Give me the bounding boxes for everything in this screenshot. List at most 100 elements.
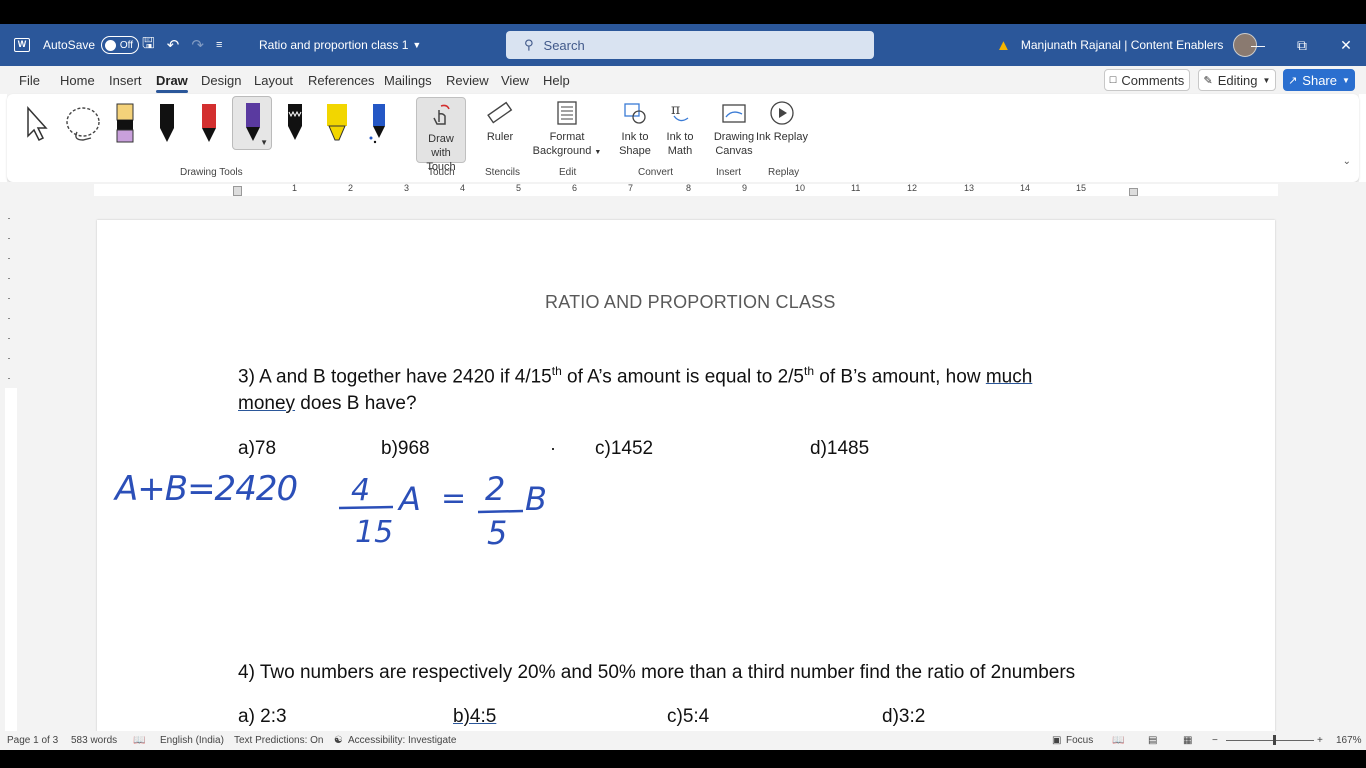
ruler-icon [487, 101, 513, 124]
close-icon[interactable]: ✕ [1324, 37, 1366, 54]
pen-black-marker-icon[interactable] [281, 100, 309, 146]
autosave-state: Off [119, 39, 134, 51]
tab-insert[interactable]: Insert [109, 73, 142, 88]
ink-replay-button[interactable]: Ink Replay [754, 100, 810, 144]
tab-draw[interactable]: Draw [156, 73, 188, 93]
language-indicator[interactable]: English (India) [160, 735, 224, 746]
action-pen-icon[interactable] [365, 100, 393, 146]
zoom-in-button[interactable]: + [1317, 735, 1323, 746]
focus-mode-button[interactable]: Focus [1066, 735, 1093, 746]
ink-replay-label: Ink Replay [756, 131, 808, 143]
pencil-icon: ✎ [1203, 74, 1213, 87]
ink-to-math-label: Ink to Math [666, 131, 694, 157]
q4-option-c: c)5:4 [667, 706, 710, 727]
collapse-ribbon-icon[interactable]: ⌄ [1343, 156, 1351, 167]
page-count[interactable]: Page 1 of 3 [7, 735, 58, 746]
ink-fraction-2-denominator: 5 [487, 514, 507, 550]
background-icon [557, 101, 577, 125]
autosave-toggle[interactable]: Off [101, 36, 140, 54]
question-3-line-1: 3) A and B together have 2420 if 4/15th … [238, 364, 1032, 388]
editing-mode-button[interactable]: ✎ Editing ▼ [1198, 69, 1276, 91]
window-controls: — ⧉ ✕ [1236, 24, 1366, 66]
q3-text-part-3: of B’s amount, how [814, 366, 986, 388]
pen-black-icon[interactable] [153, 100, 181, 146]
zoom-level[interactable]: 167% [1336, 735, 1362, 746]
ruler-number: 5 [516, 183, 522, 193]
focus-icon: ▣ [1052, 735, 1062, 746]
eraser-icon[interactable] [111, 100, 139, 146]
tab-layout[interactable]: Layout [254, 73, 293, 88]
format-background-button[interactable]: Format Background ▼ [532, 100, 602, 160]
chevron-down-icon: ▼ [594, 149, 602, 156]
handwritten-ink[interactable]: A+B=2420 4 15 A = 2 5 B [111, 460, 601, 550]
web-layout-icon[interactable]: ▦ [1183, 735, 1192, 746]
read-mode-icon[interactable]: 📖 [1112, 735, 1124, 746]
svg-text:π: π [671, 102, 680, 118]
lasso-select-icon[interactable] [63, 100, 103, 146]
ink-to-shape-button[interactable]: Ink to Shape [612, 100, 658, 158]
accessibility-icon: ☯ [334, 735, 343, 746]
restore-icon[interactable]: ⧉ [1280, 37, 1324, 54]
tab-help[interactable]: Help [543, 73, 570, 88]
document-heading: RATIO AND PROPORTION CLASS [545, 292, 836, 312]
text-predictions-status[interactable]: Text Predictions: On [234, 735, 323, 746]
pen-purple-selected[interactable]: ▼ [232, 96, 272, 150]
tab-mailings[interactable]: Mailings [384, 73, 432, 88]
editing-label: Editing [1217, 72, 1258, 88]
ink-equals-sign: = [441, 481, 466, 516]
undo-icon[interactable]: ↶ [167, 36, 180, 54]
zoom-slider-thumb[interactable] [1273, 735, 1276, 745]
search-box[interactable]: ⚲ Search [506, 31, 874, 59]
zoom-out-button[interactable]: − [1212, 735, 1218, 746]
word-count[interactable]: 583 words [71, 735, 117, 746]
ink-to-math-icon: π [671, 102, 689, 122]
right-indent-marker[interactable] [1129, 188, 1138, 196]
q3-text-part-2: of A’s amount is equal to 2/5 [561, 366, 804, 388]
share-button[interactable]: ↗ Share ▼ [1283, 69, 1355, 91]
highlighter-yellow-icon[interactable] [323, 100, 351, 146]
comments-button[interactable]: □ Comments [1104, 69, 1190, 91]
ribbon-tabs: File Home Insert Draw Design Layout Refe… [0, 66, 1366, 94]
tab-review[interactable]: Review [446, 73, 489, 88]
print-layout-icon[interactable]: ▤ [1148, 735, 1157, 746]
ink-fraction-bar-1 [338, 505, 394, 510]
save-icon[interactable]: 🖫 [142, 33, 155, 58]
minimize-icon[interactable]: — [1236, 37, 1280, 53]
tab-home[interactable]: Home [60, 73, 95, 88]
tab-references[interactable]: References [308, 73, 374, 88]
tab-view[interactable]: View [501, 73, 529, 88]
accessibility-status[interactable]: Accessibility: Investigate [348, 735, 456, 746]
proofing-icon[interactable]: 📖 [133, 735, 145, 746]
indent-marker[interactable] [233, 186, 242, 196]
q3-superscript-1: th [551, 364, 562, 378]
ink-to-math-button[interactable]: π Ink to Math [657, 100, 703, 158]
autosave-control[interactable]: AutoSave Off [43, 24, 140, 66]
document-title[interactable]: Ratio and proportion class 1 ▼ [259, 24, 421, 66]
ruler-label: Ruler [486, 131, 514, 143]
group-label-stencils: Stencils [485, 167, 521, 178]
group-label-insert: Insert [716, 167, 742, 178]
tab-file[interactable]: File [19, 73, 40, 88]
document-canvas[interactable]: RATIO AND PROPORTION CLASS 3) A and B to… [0, 198, 1366, 731]
tab-design[interactable]: Design [201, 73, 241, 88]
search-placeholder: Search [543, 37, 585, 53]
account-area[interactable]: ▲ Manjunath Rajanal | Content Enablers [996, 24, 1258, 66]
ruler-number: 1 [292, 183, 298, 193]
horizontal-ruler[interactable]: 1 2 3 4 5 6 7 8 9 10 11 12 13 14 15 [0, 182, 1366, 198]
zoom-slider[interactable] [1226, 740, 1314, 741]
q4-option-b: b)4:5 [453, 706, 497, 727]
share-label: Share [1302, 72, 1337, 88]
q4-option-a: a) 2:3 [238, 706, 287, 727]
ruler-number: 2 [348, 183, 354, 193]
ruler-button[interactable]: Ruler [472, 100, 528, 144]
search-icon: ⚲ [524, 37, 534, 52]
ruler-number: 15 [1076, 183, 1087, 193]
share-icon: ↗ [1288, 74, 1298, 87]
draw-with-touch-button[interactable]: Draw with Touch [416, 97, 466, 173]
pen-red-icon[interactable] [195, 100, 223, 146]
select-objects-icon[interactable] [21, 100, 51, 146]
document-page[interactable]: RATIO AND PROPORTION CLASS 3) A and B to… [97, 220, 1275, 731]
redo-icon[interactable]: ↷ [191, 36, 204, 54]
q3-option-a: a)78 [238, 438, 277, 459]
customize-qat-icon[interactable]: ≡ [216, 39, 222, 51]
